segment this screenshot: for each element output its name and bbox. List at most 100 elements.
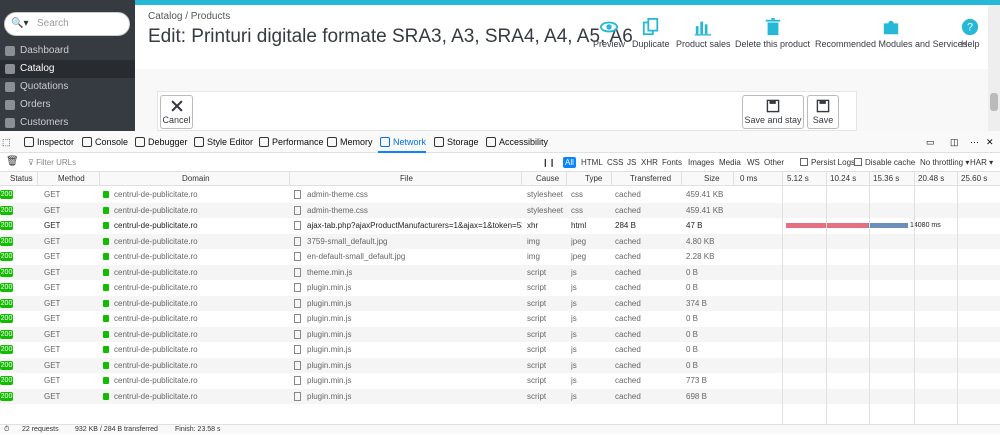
request-cause: img <box>527 252 540 261</box>
request-row[interactable]: 200 GET centrul-de-publicitate.ro plugin.mi… <box>0 373 1000 389</box>
request-transferred: cached <box>615 252 641 261</box>
request-row[interactable]: 200 GET centrul-de-publicitate.ro en-defaul… <box>0 249 1000 265</box>
request-cause: script <box>527 391 547 401</box>
dock-side-icon[interactable]: ◫ <box>950 131 962 153</box>
status-badge: 200 <box>0 298 13 308</box>
request-row[interactable]: 200 GET centrul-de-publicitate.ro plugin.mi… <box>0 388 1000 404</box>
sidebar-item-catalog[interactable]: Catalog <box>0 60 135 78</box>
help-icon: ? <box>962 18 979 36</box>
network-filter-bar: 🗑 ⊽ Filter URLs ❙❙ All HTML CSS JS XHR F… <box>0 153 1000 172</box>
save-button[interactable]: Save <box>807 95 839 129</box>
recommended-modules-button[interactable]: Recommended Modules and Services <box>815 18 967 49</box>
tab-memory[interactable]: Memory <box>325 131 373 153</box>
persist-logs-checkbox[interactable]: Persist Logs <box>798 157 857 168</box>
tab-debugger[interactable]: Debugger <box>133 131 188 153</box>
tab-network[interactable]: Network <box>378 131 427 153</box>
sidebar-item-orders[interactable]: Orders <box>0 96 135 114</box>
filter-fonts[interactable]: Fonts <box>660 157 684 168</box>
gauge-icon <box>259 137 269 147</box>
request-row[interactable]: 200 GET centrul-de-publicitate.ro ajax-tab.… <box>0 218 1000 234</box>
network-status-bar: ⏱ 22 requests 932 KB / 284 B transferred… <box>0 424 1000 434</box>
filter-all[interactable]: All <box>563 157 576 168</box>
sidebar-item-quotations[interactable]: Quotations <box>0 78 135 96</box>
request-type: jpeg <box>571 252 587 261</box>
breadcrumb[interactable]: Catalog / Products <box>148 11 230 22</box>
filter-js[interactable]: JS <box>625 157 638 168</box>
tab-inspector[interactable]: Inspector <box>22 131 74 153</box>
element-picker-icon[interactable]: ⬚ <box>2 131 14 153</box>
filter-css[interactable]: CSS <box>605 157 625 168</box>
filter-images[interactable]: Images <box>686 157 716 168</box>
column-transferred[interactable]: Transferred <box>612 172 682 186</box>
filter-media[interactable]: Media <box>717 157 743 168</box>
timeline-gridline <box>869 172 870 424</box>
file-icon <box>294 329 301 339</box>
request-row[interactable]: 200 GET centrul-de-publicitate.ro plugin.mi… <box>0 295 1000 311</box>
close-devtools-icon[interactable]: ✕ <box>986 131 996 153</box>
har-menu[interactable]: HAR ▾ <box>968 157 995 168</box>
file-icon <box>294 345 301 354</box>
copy-icon <box>642 18 658 36</box>
request-row[interactable]: 200 GET centrul-de-publicitate.ro admin-the… <box>0 202 1000 218</box>
request-row[interactable]: 200 GET centrul-de-publicitate.ro plugin.mi… <box>0 280 1000 296</box>
search-input[interactable]: Search <box>37 18 69 29</box>
column-method[interactable]: Method <box>38 172 100 186</box>
request-row[interactable]: 200 GET centrul-de-publicitate.ro admin-the… <box>0 187 1000 203</box>
request-row[interactable]: 200 GET centrul-de-publicitate.ro plugin.mi… <box>0 342 1000 358</box>
filter-other[interactable]: Other <box>762 157 786 168</box>
request-file: plugin.min.js <box>307 360 352 370</box>
file-icon <box>294 298 301 308</box>
sidebar-item-dashboard[interactable]: Dashboard <box>0 42 135 60</box>
close-icon <box>170 100 183 112</box>
request-row[interactable]: 200 GET centrul-de-publicitate.ro 3759-smal… <box>0 233 1000 249</box>
file-icon <box>294 360 301 370</box>
filter-xhr[interactable]: XHR <box>639 157 660 168</box>
duplicate-button[interactable]: Duplicate <box>632 18 670 49</box>
filter-html[interactable]: HTML <box>579 157 605 168</box>
tab-accessibility[interactable]: Accessibility <box>484 131 548 153</box>
sidebar-search[interactable]: 🔍▾ Search <box>4 12 130 36</box>
delete-product-button[interactable]: Delete this product <box>735 18 810 49</box>
lock-icon <box>103 268 109 276</box>
search-scope-dropdown[interactable]: 🔍▾ <box>11 18 28 29</box>
throttling-select[interactable]: No throttling ▾ <box>918 157 971 168</box>
request-row[interactable]: 200 GET centrul-de-publicitate.ro theme.min… <box>0 264 1000 280</box>
product-sales-button[interactable]: Product sales <box>676 18 731 49</box>
file-icon <box>294 221 301 230</box>
request-domain: centrul-de-publicitate.ro <box>114 267 198 277</box>
pause-icon[interactable]: ❙❙ <box>540 157 557 168</box>
filter-urls-input[interactable]: ⊽ Filter URLs <box>26 157 78 168</box>
more-options-icon[interactable]: ⋯ <box>970 131 980 153</box>
lock-icon <box>103 191 109 198</box>
column-cause[interactable]: Cause <box>522 172 567 186</box>
cancel-button[interactable]: Cancel <box>160 95 193 129</box>
request-row[interactable]: 200 GET centrul-de-publicitate.ro plugin.mi… <box>0 357 1000 373</box>
save-and-stay-button[interactable]: Save and stay <box>742 95 804 129</box>
request-transferred: cached <box>615 376 641 385</box>
help-button[interactable]: ? Help <box>961 18 980 49</box>
column-file[interactable]: File <box>290 172 522 186</box>
tab-label: Debugger <box>148 137 188 147</box>
column-status[interactable]: Status <box>0 172 38 186</box>
column-type[interactable]: Type <box>567 172 612 186</box>
timeline-gridline <box>826 172 827 424</box>
tab-style-editor[interactable]: Style Editor <box>192 131 253 153</box>
tab-label: Performance <box>272 137 324 147</box>
scrollbar-thumb[interactable] <box>990 93 998 111</box>
filter-ws[interactable]: WS <box>745 157 762 168</box>
request-row[interactable]: 200 GET centrul-de-publicitate.ro plugin.mi… <box>0 311 1000 327</box>
clear-requests-icon[interactable]: 🗑 <box>4 156 21 167</box>
disable-cache-checkbox[interactable]: Disable cache <box>852 157 917 168</box>
tab-console[interactable]: Console <box>80 131 128 153</box>
trash-icon <box>765 18 780 36</box>
request-row[interactable]: 200 GET centrul-de-publicitate.ro plugin.mi… <box>0 326 1000 342</box>
preview-button[interactable]: Preview <box>593 18 625 49</box>
tab-storage[interactable]: Storage <box>432 131 479 153</box>
sidebar-item-customers[interactable]: Customers <box>0 114 135 132</box>
tab-performance[interactable]: Performance <box>257 131 324 153</box>
column-size[interactable]: Size <box>682 172 734 186</box>
page-scrollbar[interactable] <box>988 5 1000 131</box>
column-domain[interactable]: Domain <box>100 172 290 186</box>
responsive-mode-icon[interactable]: ▭ <box>926 131 938 153</box>
page-title: Edit: Printuri digitale formate SRA3, A3… <box>148 26 633 47</box>
